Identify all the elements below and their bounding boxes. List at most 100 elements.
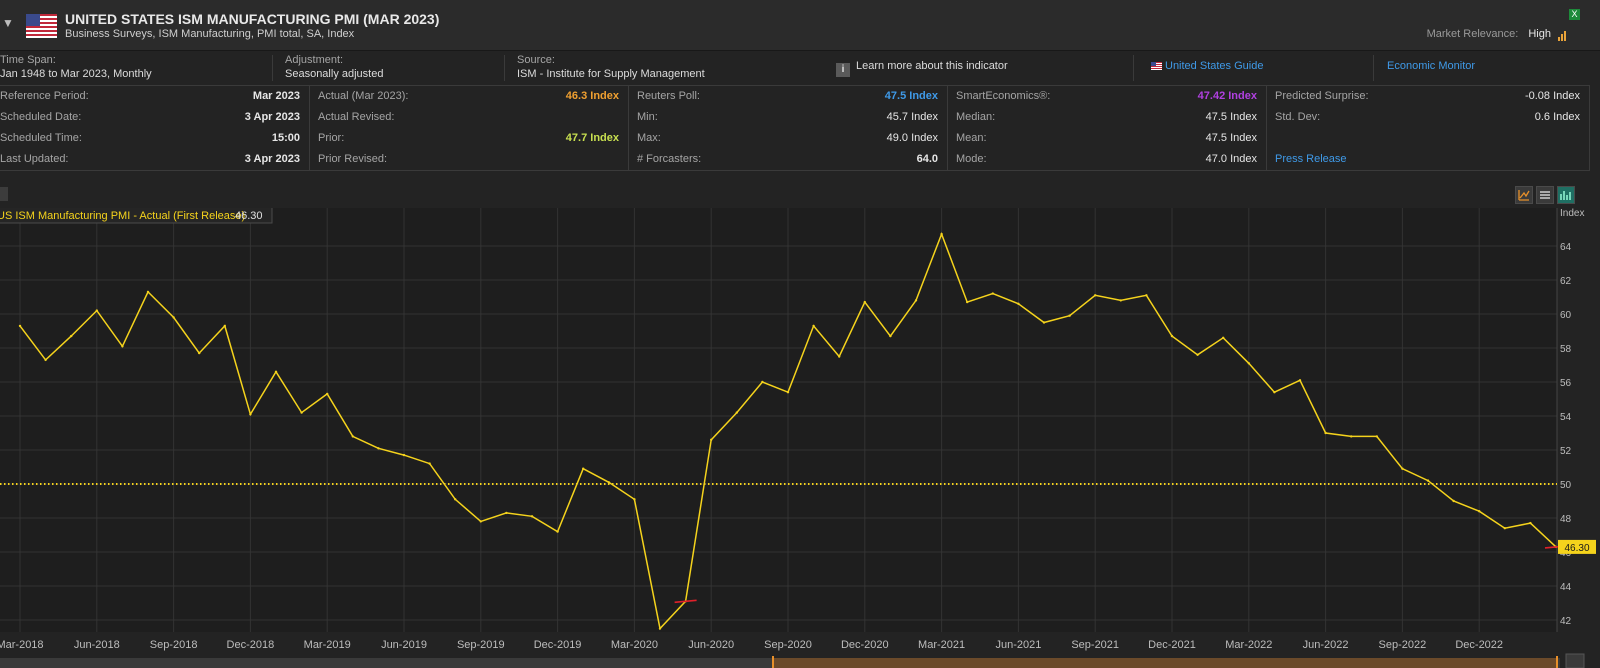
actual-value: 46.3 Index (565, 90, 619, 102)
data-point (402, 453, 406, 457)
time-span: Time Span: Jan 1948 to Mar 2023, Monthly (0, 54, 152, 80)
adjustment-label: Adjustment: (285, 54, 344, 66)
data-point (274, 370, 278, 373)
x-tick-label: Mar-2021 (918, 639, 965, 651)
stat-row: Scheduled Date: 3 Apr 2023 (0, 107, 309, 128)
market-relevance: Market Relevance: High (1427, 28, 1567, 41)
stat-label: Mean: (956, 132, 987, 144)
y-tick-label: 50 (1560, 480, 1572, 491)
x-tick-label: Jun-2020 (688, 639, 734, 651)
stat-row (1275, 128, 1589, 149)
stat-row: Std. Dev: 0.6 Index (1275, 107, 1589, 128)
data-point (710, 438, 713, 441)
source: Source: ISM - Institute for Supply Manag… (517, 54, 705, 80)
x-tick-label: Dec-2019 (534, 639, 582, 651)
stat-label: Scheduled Time: (0, 132, 82, 144)
x-tick-label: Sep-2020 (764, 639, 812, 651)
x-tick-label: Mar-2018 (0, 639, 44, 651)
y-tick-label: 42 (1560, 616, 1572, 627)
collapse-arrow-icon[interactable]: ▼ (2, 16, 14, 30)
data-point (479, 520, 482, 523)
data-point (735, 411, 738, 414)
info-icon: i (836, 63, 850, 77)
data-point (1042, 321, 1046, 324)
stat-row: SmartEconomics®: 47.42 Index (956, 86, 1266, 107)
country-guide-link[interactable]: United States Guide (1151, 60, 1263, 72)
stat-label: Reuters Poll: (637, 90, 700, 102)
data-point (1298, 379, 1302, 382)
x-tick-label: Dec-2018 (227, 639, 275, 651)
data-point (326, 392, 329, 396)
stat-label: Prior Revised: (318, 153, 388, 165)
divider (1133, 55, 1134, 81)
chart-type-icon[interactable] (1515, 186, 1533, 204)
legend-label: US ISM Manufacturing PMI - Actual (First… (0, 210, 245, 222)
y-tick-label: 48 (1560, 514, 1572, 525)
adjustment-value: Seasonally adjusted (285, 68, 384, 80)
stat-row: Predicted Surprise: -0.08 Index (1275, 86, 1589, 107)
data-point (1503, 527, 1507, 530)
x-tick-label: Jun-2021 (995, 639, 1041, 651)
stat-row: Mode: 47.0 Index (956, 149, 1266, 170)
source-value: ISM - Institute for Supply Management (517, 68, 705, 80)
y-tick-label: 56 (1560, 378, 1572, 389)
stat-label: Actual (Mar 2023): (318, 90, 409, 102)
y-axis-label: Index (1560, 208, 1584, 219)
x-tick-label: Sep-2021 (1071, 639, 1119, 651)
stats-column-poll: Reuters Poll: 47.5 Index Min: 45.7 Index M… (629, 86, 948, 170)
learn-more-link[interactable]: i Learn more about this indicator (836, 60, 1008, 77)
data-point (1426, 479, 1430, 482)
stat-label: Median: (956, 111, 996, 123)
data-point (223, 324, 226, 328)
divider (272, 55, 273, 81)
us-flag-icon (1151, 62, 1162, 70)
page-title: UNITED STATES ISM MANUFACTURING PMI (MAR… (65, 11, 440, 27)
data-point (607, 481, 610, 484)
stat-row: Actual Revised: (318, 107, 628, 128)
data-point (454, 498, 457, 501)
relevance-bars-icon (1558, 29, 1567, 41)
data-point (351, 435, 354, 438)
data-point (121, 345, 124, 348)
data-point (1119, 299, 1123, 302)
data-point (863, 300, 866, 304)
stat-label: Std. Dev: (1275, 111, 1321, 123)
x-tick-label: Dec-2020 (841, 639, 889, 651)
data-point (1247, 362, 1251, 365)
table-view-icon[interactable] (1536, 186, 1554, 204)
y-tick-label: 64 (1560, 242, 1572, 253)
stat-label: Max: (637, 132, 661, 144)
stat-value: 3 Apr 2023 (244, 153, 300, 165)
y-tick-label: 52 (1560, 446, 1572, 457)
press-release-link[interactable]: Press Release (1275, 149, 1589, 170)
data-point (786, 391, 790, 394)
data-point (18, 324, 22, 328)
data-point (95, 309, 99, 312)
data-point (761, 380, 764, 384)
smart-economics-value: 47.42 Index (1197, 90, 1257, 102)
data-point (838, 355, 841, 358)
stat-label: Reference Period: (0, 90, 89, 102)
economic-monitor-link[interactable]: Economic Monitor (1387, 60, 1475, 72)
x-tick-label: Mar-2019 (304, 639, 351, 651)
pmi-line-chart[interactable]: Mar-2018 Jun-2018 Sep-2018 Dec-2018 Mar-2019… (0, 208, 1600, 668)
indicator-header: ▼ UNITED STATES ISM MANUFACTURING PMI (M… (0, 0, 1600, 51)
page-subtitle: Business Surveys, ISM Manufacturing, PMI… (65, 28, 355, 40)
data-point (914, 299, 918, 302)
data-point (1324, 431, 1327, 435)
panel-toggle-icon[interactable] (0, 187, 8, 201)
y-tick-label: 58 (1560, 344, 1572, 355)
analytics-view-icon[interactable] (1557, 186, 1575, 204)
stat-label: Last Updated: (0, 153, 69, 165)
stat-row: Reference Period: Mar 2023 (0, 86, 309, 107)
excel-export-icon[interactable]: X (1569, 9, 1580, 20)
x-tick-label: Jun-2022 (1303, 639, 1349, 651)
data-point (146, 290, 150, 294)
data-point (966, 300, 969, 304)
stat-value: 49.0 Index (886, 132, 938, 144)
stat-value: 64.0 (916, 153, 938, 165)
stat-value: Mar 2023 (252, 90, 300, 102)
last-value-label: 46.30 (1564, 543, 1589, 554)
x-tick-label: Sep-2019 (457, 639, 505, 651)
data-point (633, 498, 636, 501)
